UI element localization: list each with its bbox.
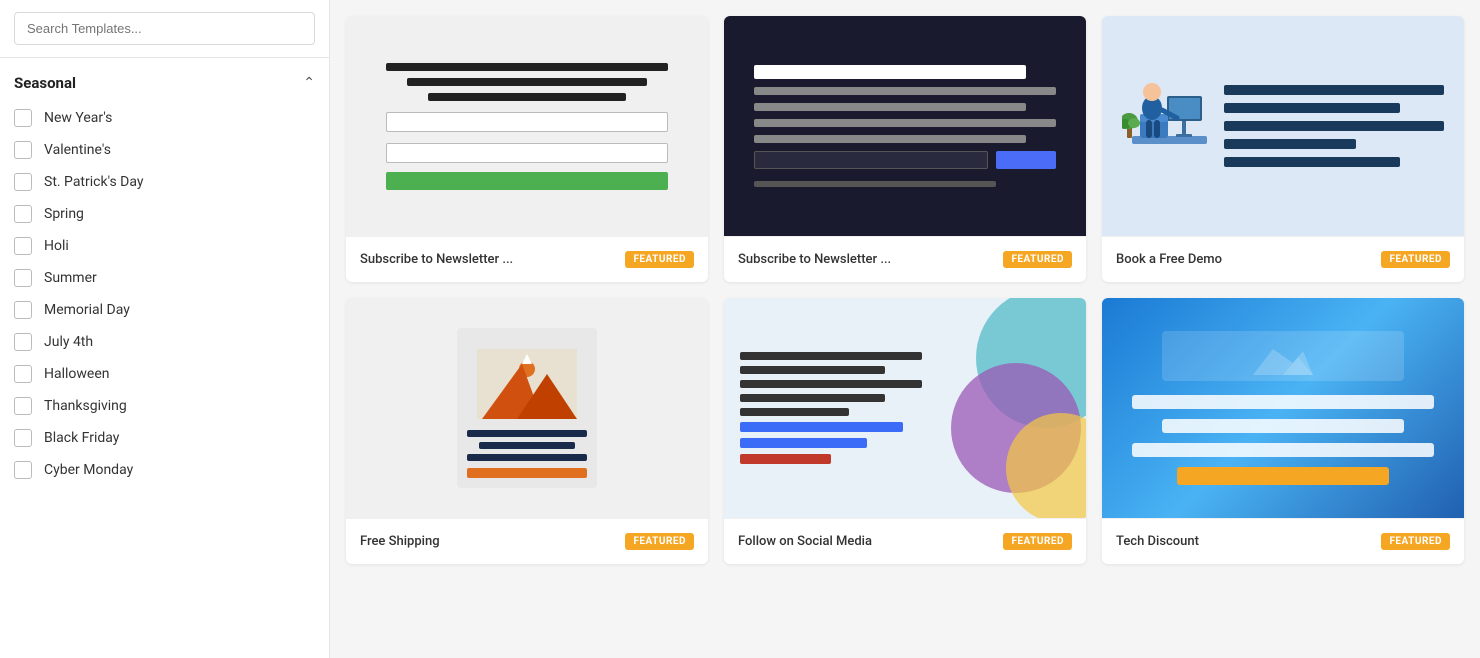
template-footer-tech: Tech Discount FEATURED: [1102, 518, 1464, 564]
templates-grid: Subscribe to Newsletter ... FEATURED Subs…: [346, 16, 1464, 564]
filter-label-holi: Holi: [44, 238, 69, 254]
template-name-newsletter-2: Subscribe to Newsletter ...: [738, 252, 891, 267]
checkbox-black-friday[interactable]: [14, 429, 32, 447]
checkbox-new-years[interactable]: [14, 109, 32, 127]
template-footer-newsletter-1: Subscribe to Newsletter ... FEATURED: [346, 236, 708, 282]
checkbox-summer[interactable]: [14, 269, 32, 287]
filter-label-black-friday: Black Friday: [44, 430, 119, 446]
filter-label-st-patricks: St. Patrick's Day: [44, 174, 144, 190]
search-container: [0, 0, 329, 58]
filter-item-st-patricks[interactable]: St. Patrick's Day: [14, 166, 315, 198]
category-title: Seasonal: [14, 74, 76, 92]
featured-badge-newsletter-2: FEATURED: [1003, 251, 1072, 268]
filter-label-halloween: Halloween: [44, 366, 110, 382]
checkbox-halloween[interactable]: [14, 365, 32, 383]
featured-badge-newsletter-1: FEATURED: [625, 251, 694, 268]
template-card-shipping[interactable]: Free Shipping FEATURED: [346, 298, 708, 564]
filter-item-spring[interactable]: Spring: [14, 198, 315, 230]
template-preview-shipping: [346, 298, 708, 518]
featured-badge-tech: FEATURED: [1381, 533, 1450, 550]
filter-item-halloween[interactable]: Halloween: [14, 358, 315, 390]
filter-label-cyber-monday: Cyber Monday: [44, 462, 133, 478]
checkbox-spring[interactable]: [14, 205, 32, 223]
template-footer-social: Follow on Social Media FEATURED: [724, 518, 1086, 564]
template-preview-tech: [1102, 298, 1464, 518]
template-name-shipping: Free Shipping: [360, 534, 440, 549]
sidebar: Seasonal ⌃ New Year's Valentine's St. Patr…: [0, 0, 330, 658]
filter-item-july-4th[interactable]: July 4th: [14, 326, 315, 358]
filter-item-thanksgiving[interactable]: Thanksgiving: [14, 390, 315, 422]
main-content: Subscribe to Newsletter ... FEATURED Subs…: [330, 0, 1480, 658]
template-preview-newsletter-2: [724, 16, 1086, 236]
filter-label-summer: Summer: [44, 270, 97, 286]
filter-item-memorial-day[interactable]: Memorial Day: [14, 294, 315, 326]
filter-item-new-years[interactable]: New Year's: [14, 102, 315, 134]
featured-badge-shipping: FEATURED: [625, 533, 694, 550]
checkbox-july-4th[interactable]: [14, 333, 32, 351]
template-name-newsletter-1: Subscribe to Newsletter ...: [360, 252, 513, 267]
template-card-newsletter-2[interactable]: Subscribe to Newsletter ... FEATURED: [724, 16, 1086, 282]
template-footer-shipping: Free Shipping FEATURED: [346, 518, 708, 564]
filter-label-memorial-day: Memorial Day: [44, 302, 130, 318]
filter-label-valentines: Valentine's: [44, 142, 111, 158]
filter-item-summer[interactable]: Summer: [14, 262, 315, 294]
checkbox-st-patricks[interactable]: [14, 173, 32, 191]
featured-badge-social: FEATURED: [1003, 533, 1072, 550]
checkbox-valentines[interactable]: [14, 141, 32, 159]
template-card-tech[interactable]: Tech Discount FEATURED: [1102, 298, 1464, 564]
checkbox-holi[interactable]: [14, 237, 32, 255]
filter-label-july-4th: July 4th: [44, 334, 93, 350]
template-card-newsletter-1[interactable]: Subscribe to Newsletter ... FEATURED: [346, 16, 708, 282]
filter-label-thanksgiving: Thanksgiving: [44, 398, 127, 414]
template-card-social[interactable]: Follow on Social Media FEATURED: [724, 298, 1086, 564]
filter-item-holi[interactable]: Holi: [14, 230, 315, 262]
template-preview-demo: [1102, 16, 1464, 236]
filter-label-new-years: New Year's: [44, 110, 112, 126]
chevron-up-icon: ⌃: [303, 75, 315, 91]
template-name-social: Follow on Social Media: [738, 534, 872, 549]
search-input[interactable]: [14, 12, 315, 45]
filter-item-valentines[interactable]: Valentine's: [14, 134, 315, 166]
filter-list: New Year's Valentine's St. Patrick's Day Sp…: [0, 102, 329, 496]
filter-item-cyber-monday[interactable]: Cyber Monday: [14, 454, 315, 486]
featured-badge-demo: FEATURED: [1381, 251, 1450, 268]
category-header[interactable]: Seasonal ⌃: [0, 58, 329, 102]
template-footer-newsletter-2: Subscribe to Newsletter ... FEATURED: [724, 236, 1086, 282]
template-preview-social: [724, 298, 1086, 518]
template-footer-demo: Book a Free Demo FEATURED: [1102, 236, 1464, 282]
filter-item-black-friday[interactable]: Black Friday: [14, 422, 315, 454]
checkbox-thanksgiving[interactable]: [14, 397, 32, 415]
filter-label-spring: Spring: [44, 206, 84, 222]
template-preview-newsletter-1: [346, 16, 708, 236]
template-name-demo: Book a Free Demo: [1116, 252, 1222, 267]
checkbox-memorial-day[interactable]: [14, 301, 32, 319]
checkbox-cyber-monday[interactable]: [14, 461, 32, 479]
template-name-tech: Tech Discount: [1116, 534, 1199, 549]
template-card-demo[interactable]: Book a Free Demo FEATURED: [1102, 16, 1464, 282]
